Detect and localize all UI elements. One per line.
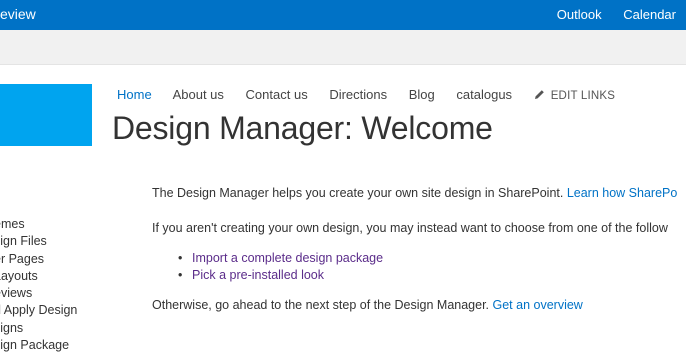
intro-text: The Design Manager helps you create your… — [152, 186, 567, 200]
edit-links-label: EDIT LINKS — [550, 90, 616, 102]
alternative-paragraph: If you aren't creating your own design, … — [152, 221, 668, 235]
nav-contact-us[interactable]: Contact us — [246, 87, 308, 102]
quick-launch: emes sign Files er Pages Layouts eviews … — [0, 216, 77, 354]
bullet-icon: • — [178, 251, 183, 265]
learn-how-link[interactable]: Learn how SharePo — [567, 186, 678, 200]
quicklaunch-item-previews[interactable]: eviews — [0, 285, 77, 302]
nav-catalogus[interactable]: catalogus — [456, 87, 512, 102]
quicklaunch-item-page-layouts[interactable]: Layouts — [0, 268, 77, 285]
nav-home[interactable]: Home — [117, 87, 152, 102]
top-navigation: Home About us Contact us Directions Blog… — [117, 87, 615, 102]
calendar-link[interactable]: Calendar — [623, 7, 676, 22]
options-list: • Import a complete design package • Pick … — [178, 250, 383, 284]
pick-preinstalled-look-link[interactable]: • Pick a pre-installed look — [178, 267, 383, 284]
import-design-package-link[interactable]: • Import a complete design package — [178, 250, 383, 267]
bullet-icon: • — [178, 268, 183, 282]
suite-bar: eview Outlook Calendar — [0, 0, 686, 30]
next-step-paragraph: Otherwise, go ahead to the next step of … — [152, 298, 583, 312]
pencil-icon — [534, 90, 544, 99]
intro-paragraph: The Design Manager helps you create your… — [152, 186, 677, 200]
suite-bar-apps: Outlook Calendar — [539, 7, 676, 22]
suite-bar-title[interactable]: eview — [0, 6, 36, 22]
quicklaunch-item-master-pages[interactable]: er Pages — [0, 251, 77, 268]
ribbon-bar — [0, 30, 686, 65]
quicklaunch-item-design-package[interactable]: sign Package — [0, 337, 77, 354]
option-label: Pick a pre-installed look — [192, 268, 325, 282]
quicklaunch-item-designs[interactable]: signs — [0, 320, 77, 337]
nav-blog[interactable]: Blog — [409, 87, 435, 102]
quicklaunch-item-design-files[interactable]: sign Files — [0, 233, 77, 250]
next-step-text: Otherwise, go ahead to the next step of … — [152, 298, 493, 312]
get-overview-link[interactable]: Get an overview — [493, 298, 583, 312]
nav-directions[interactable]: Directions — [329, 87, 387, 102]
site-logo[interactable] — [0, 84, 92, 146]
page-title: Design Manager: Welcome — [112, 110, 493, 146]
quicklaunch-item-themes[interactable]: emes — [0, 216, 77, 233]
outlook-link[interactable]: Outlook — [557, 7, 602, 22]
option-label: Import a complete design package — [192, 251, 384, 265]
edit-links-button[interactable]: EDIT LINKS — [534, 90, 615, 102]
quicklaunch-item-apply-design[interactable]: d Apply Design — [0, 302, 77, 319]
nav-about-us[interactable]: About us — [173, 87, 224, 102]
